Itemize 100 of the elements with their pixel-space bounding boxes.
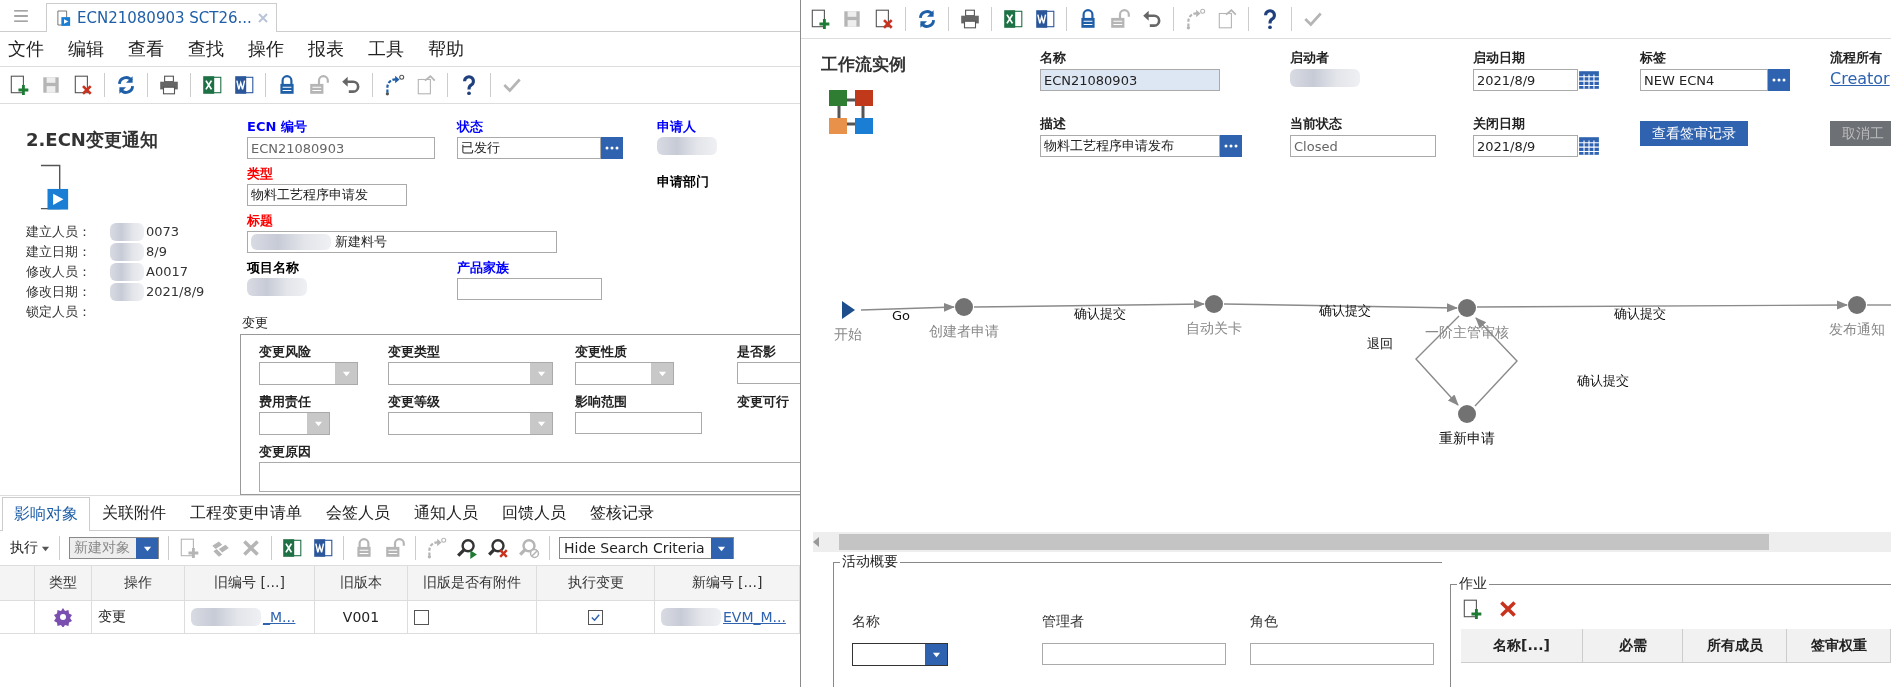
redaction-blur (657, 137, 717, 155)
more-button[interactable] (1220, 135, 1242, 157)
menu-item[interactable]: 文件 (8, 37, 44, 61)
refresh-icon[interactable] (916, 8, 938, 30)
new-document-icon[interactable] (8, 74, 30, 96)
tab[interactable]: 回馈人员 (490, 496, 578, 530)
text-field[interactable]: ECN21080903 (247, 137, 435, 159)
field-label: 名称 (1040, 49, 1067, 67)
text-field[interactable]: 2021/8/9 (1473, 135, 1578, 157)
word-document-icon[interactable] (233, 74, 255, 96)
dropdown-field[interactable] (388, 362, 553, 385)
text-field[interactable]: 物料工艺程序申请发布 (1040, 135, 1220, 157)
dropdown-button[interactable] (925, 644, 947, 665)
part-link[interactable]: EVM_M... (723, 609, 786, 625)
column-header[interactable]: 必需 (1583, 629, 1683, 663)
more-button[interactable] (1768, 69, 1790, 91)
menu-item[interactable]: 工具 (368, 37, 404, 61)
dropdown-field[interactable] (388, 412, 553, 435)
checkbox[interactable] (588, 609, 603, 625)
menu-icon[interactable] (14, 9, 28, 22)
dropdown-field[interactable] (575, 362, 674, 385)
menu-item[interactable]: 操作 (248, 37, 284, 61)
column-header[interactable]: 名称[...] (1461, 629, 1583, 663)
menu-item[interactable]: 查看 (128, 37, 164, 61)
refresh-icon[interactable] (115, 74, 137, 96)
undo-icon[interactable] (340, 74, 362, 96)
part-link[interactable]: _M... (263, 609, 296, 625)
tab[interactable]: 影响对象 (2, 497, 90, 531)
spreadsheet-icon[interactable] (1002, 8, 1024, 30)
workflow-title: 工作流实例 (821, 53, 907, 76)
node-label: 创建者申请 (929, 323, 999, 339)
text-field[interactable] (575, 412, 702, 434)
column-header[interactable]: 旧版是否有附件 (408, 566, 537, 601)
text-field[interactable]: 物料工艺程序申请发 (247, 184, 407, 206)
new-document-icon[interactable] (809, 8, 831, 30)
text-field[interactable] (1042, 643, 1227, 665)
word-document-icon[interactable] (312, 537, 334, 559)
text-field[interactable]: Closed (1290, 135, 1436, 157)
text-field[interactable]: 2021/8/9 (1473, 69, 1578, 91)
text-field[interactable]: 新建料号 (247, 231, 557, 253)
text-field[interactable] (1250, 643, 1435, 665)
dropdown-field[interactable] (259, 362, 358, 385)
delete-icon[interactable] (72, 74, 94, 96)
gear-icon (53, 607, 73, 627)
checkbox[interactable] (414, 609, 429, 625)
calendar-icon[interactable] (1578, 69, 1600, 91)
text-field[interactable] (737, 362, 800, 384)
dropdown-button[interactable] (710, 537, 733, 559)
menu-item[interactable]: 帮助 (428, 37, 464, 61)
calendar-icon[interactable] (1578, 135, 1600, 157)
tab[interactable]: 通知人员 (402, 496, 490, 530)
printer-icon[interactable] (959, 8, 981, 30)
delete-icon[interactable] (1497, 598, 1519, 620)
tab[interactable]: 签核记录 (578, 496, 666, 530)
spreadsheet-icon[interactable] (281, 537, 303, 559)
tab[interactable]: 工程变更申请单 (178, 496, 314, 530)
text-field[interactable] (457, 278, 602, 300)
workflow-node[interactable] (1848, 296, 1866, 314)
column-header[interactable]: 旧编号 [...] (185, 566, 315, 601)
search-icon[interactable] (456, 537, 478, 559)
column-header[interactable]: 新编号 [...] (655, 566, 800, 601)
add-icon[interactable] (1461, 598, 1483, 620)
more-button[interactable] (601, 137, 623, 159)
word-document-icon[interactable] (1034, 8, 1056, 30)
field-label: 产品家族 (457, 259, 509, 277)
tab[interactable]: 会签人员 (314, 496, 402, 530)
menu-item[interactable]: 查找 (188, 37, 224, 61)
text-field[interactable]: 已发行 (457, 137, 601, 159)
column-header[interactable]: 旧版本 (315, 566, 408, 601)
document-tab[interactable]: ECN21080903 SCT26... (46, 3, 277, 32)
redaction-blur (247, 278, 307, 296)
column-header[interactable]: 类型 (35, 566, 92, 601)
view-log-button[interactable]: 查看签审记录 (1640, 121, 1748, 146)
column-header[interactable]: 所有成员 (1683, 629, 1787, 663)
spreadsheet-icon[interactable] (201, 74, 223, 96)
scrollbar[interactable] (813, 532, 1891, 552)
column-header[interactable]: 执行变更 (537, 566, 655, 601)
clear-search-icon[interactable] (487, 537, 509, 559)
text-field[interactable]: NEW ECN4 (1640, 69, 1768, 91)
curved-arrow-icon[interactable] (383, 74, 405, 96)
dropdown-field[interactable] (852, 643, 948, 666)
workflow-node[interactable] (1458, 405, 1476, 423)
workflow-node[interactable] (955, 298, 973, 316)
dropdown-field[interactable] (259, 412, 330, 435)
workflow-node[interactable] (1205, 295, 1223, 313)
printer-icon[interactable] (158, 74, 180, 96)
text-field[interactable]: ECN21080903 (1040, 69, 1220, 91)
column-header[interactable]: 签审权重 (1787, 629, 1891, 663)
column-header[interactable]: 操作 (92, 566, 185, 601)
dropdown-field[interactable]: Hide Search Criteria (559, 537, 734, 559)
menu-item[interactable]: 报表 (308, 37, 344, 61)
start-node[interactable] (842, 301, 855, 319)
workflow-node[interactable] (1458, 299, 1476, 317)
scroll-left-icon[interactable] (813, 537, 819, 547)
menu-item[interactable]: 编辑 (68, 37, 104, 61)
tab[interactable]: 关联附件 (90, 496, 178, 530)
undo-icon[interactable] (1141, 8, 1163, 30)
owner-link[interactable]: Creator (1830, 69, 1891, 88)
execute-menu[interactable]: 执行 (10, 539, 50, 557)
delete-icon[interactable] (873, 8, 895, 30)
